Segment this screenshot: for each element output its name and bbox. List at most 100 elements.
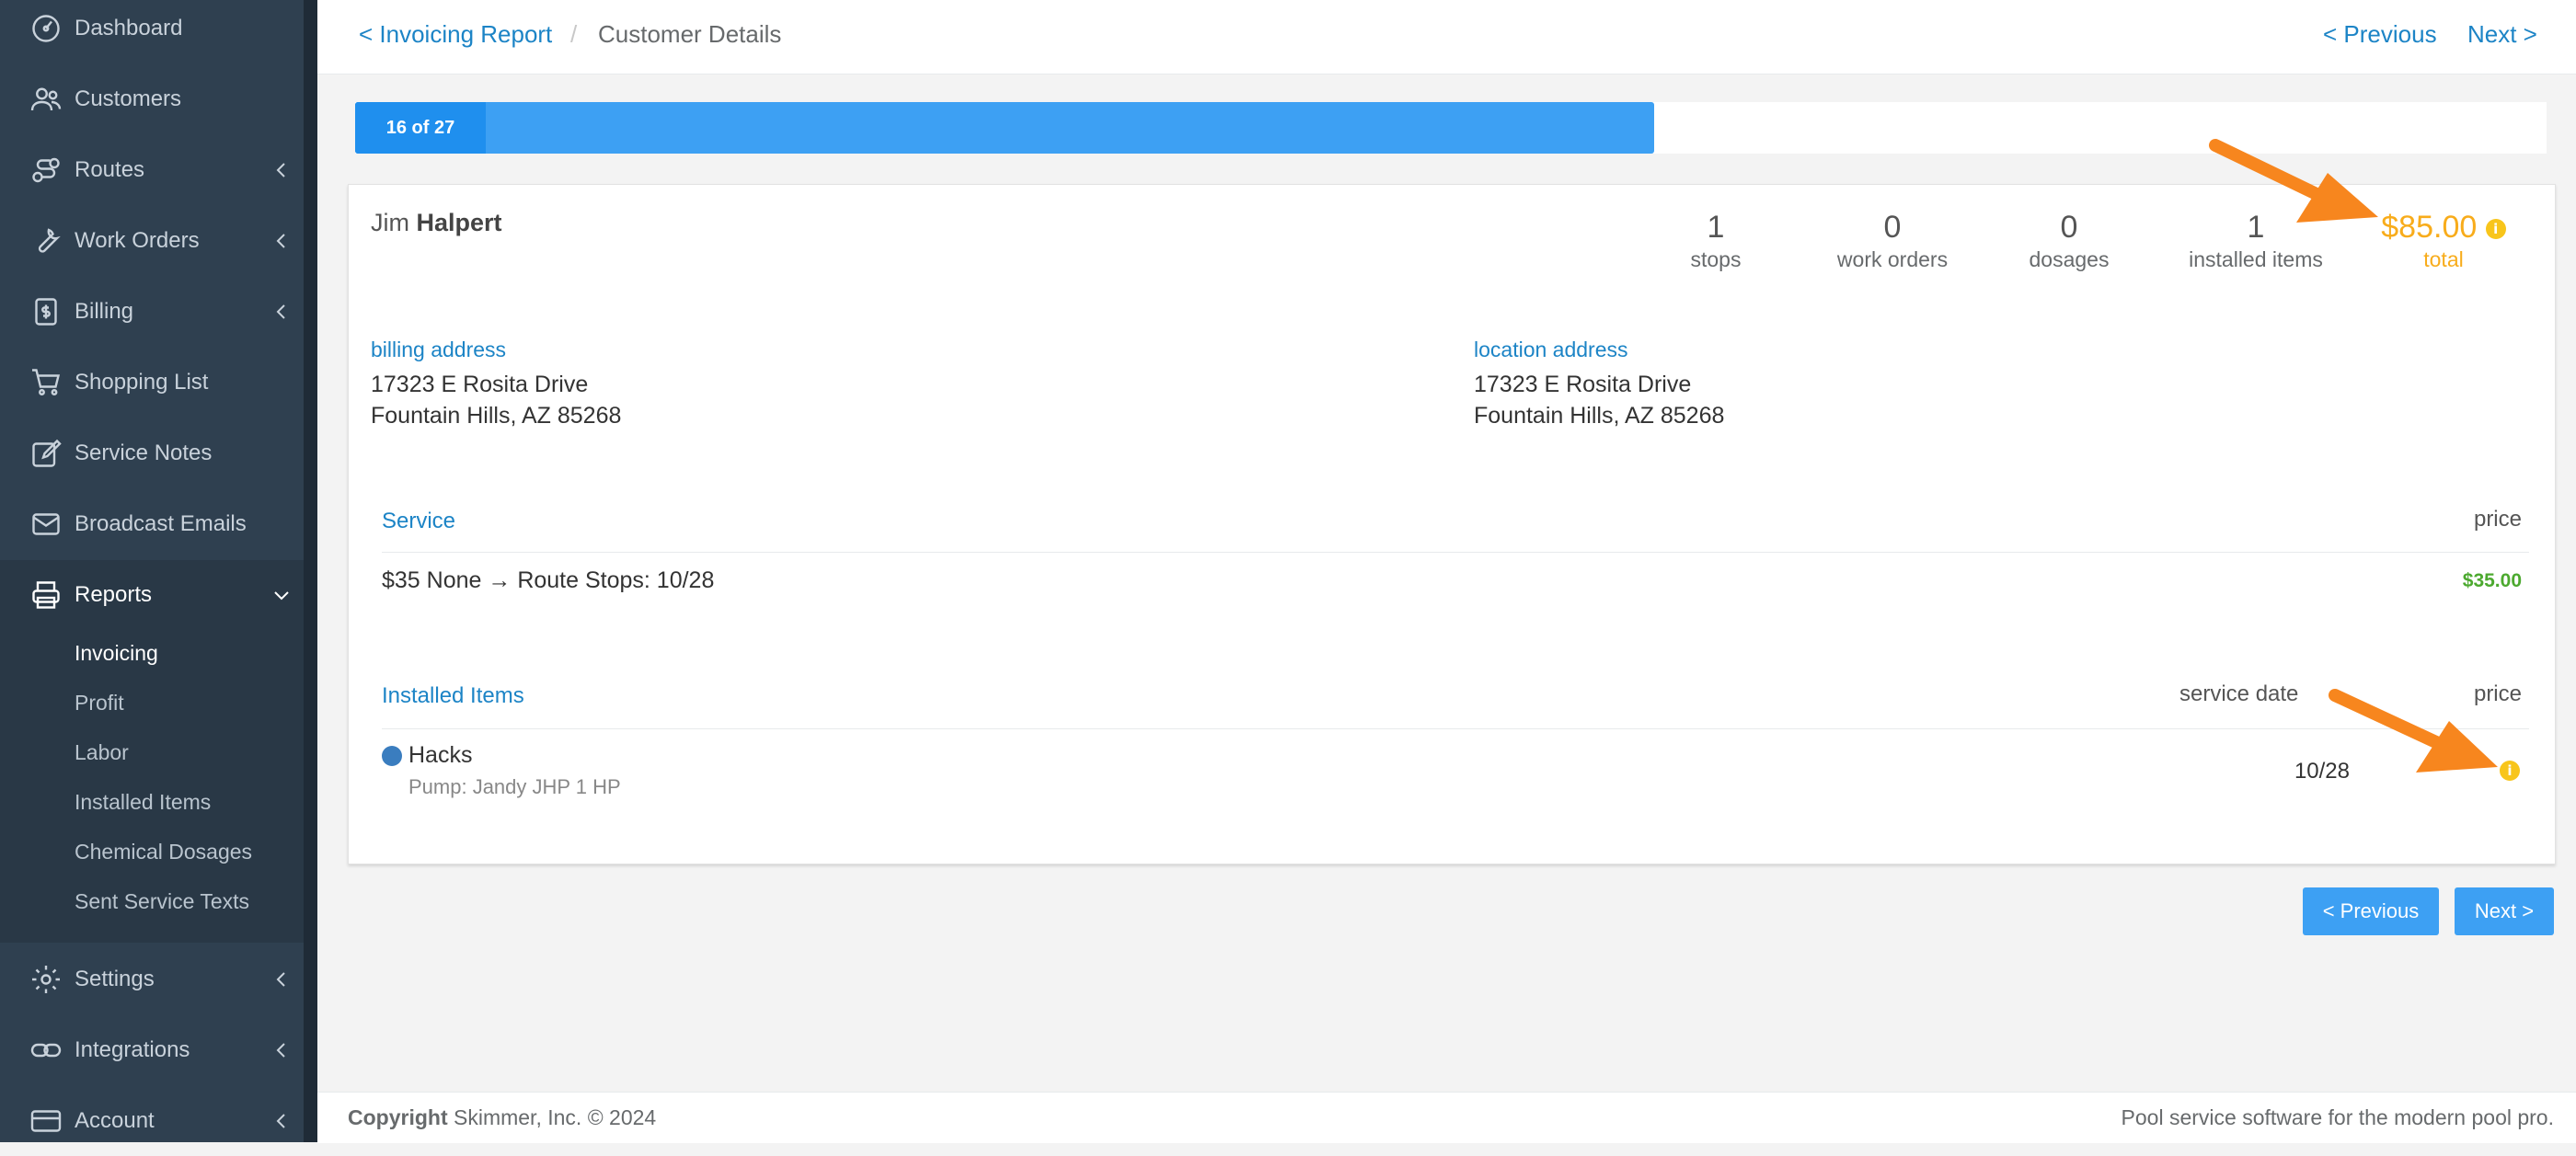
footer: Copyright Skimmer, Inc. © 2024 Pool serv… xyxy=(317,1092,2576,1143)
billing-address-label: billing address xyxy=(371,338,507,361)
sidebar-item-integrations[interactable]: Integrations xyxy=(0,1015,304,1085)
chevron-left-icon xyxy=(270,159,293,181)
breadcrumb-current: Customer Details xyxy=(598,20,782,48)
stat-value: 0 xyxy=(2060,210,2078,245)
sidebar-item-billing[interactable]: Billing xyxy=(0,277,304,347)
sidebar-item-work-orders[interactable]: Work Orders xyxy=(0,206,304,276)
sidebar-item-label: Routes xyxy=(75,157,145,182)
link-icon xyxy=(29,1034,63,1067)
stat-label: work orders xyxy=(1836,247,1949,271)
stat-value: 0 xyxy=(1883,210,1902,245)
stat-label: installed items xyxy=(2189,247,2323,271)
chevron-left-icon xyxy=(270,1110,293,1132)
customer-name: Jim Halpert xyxy=(371,209,502,237)
billing-icon xyxy=(29,295,63,328)
submenu-item-invoicing[interactable]: Invoicing xyxy=(75,641,158,666)
envelope-icon xyxy=(29,508,63,541)
stat-stops: 1 stops xyxy=(1624,207,1808,272)
breadcrumb-separator: / xyxy=(570,20,578,48)
customer-last-name: Halpert xyxy=(416,209,502,236)
routes-icon xyxy=(29,154,63,187)
sidebar-item-broadcast-emails[interactable]: Broadcast Emails xyxy=(0,489,304,559)
stat-label: dosages xyxy=(2029,247,2110,271)
chevron-left-icon xyxy=(270,1039,293,1061)
sidebar-item-label: Service Notes xyxy=(75,441,213,465)
copyright-label: Copyright xyxy=(348,1105,448,1129)
installed-item-description: Pump: Jandy JHP 1 HP xyxy=(408,775,621,798)
footer-copyright: Copyright Skimmer, Inc. © 2024 xyxy=(348,1105,656,1130)
submenu-item-sent-service-texts[interactable]: Sent Service Texts xyxy=(75,889,249,914)
customer-first-name: Jim xyxy=(371,209,409,236)
chevron-left-icon xyxy=(270,230,293,252)
sidebar-scrollbar[interactable] xyxy=(304,0,317,1142)
stat-work-orders: 0 work orders xyxy=(1800,207,1984,272)
sidebar-item-label: Dashboard xyxy=(75,16,183,40)
customer-card: Jim Halpert 1 stops 0 work orders 0 dosa… xyxy=(348,184,2556,864)
gear-icon xyxy=(29,963,63,996)
reports-submenu: Invoicing Profit Labor Installed Items C… xyxy=(0,623,304,943)
submenu-item-profit[interactable]: Profit xyxy=(75,691,124,715)
sidebar-item-label: Account xyxy=(75,1108,155,1133)
chevron-down-icon xyxy=(270,584,293,606)
chevron-left-icon xyxy=(270,968,293,990)
total-label: total xyxy=(2423,247,2464,271)
sidebar-item-reports[interactable]: Reports xyxy=(0,560,304,630)
sidebar-item-customers[interactable]: Customers xyxy=(0,64,304,134)
dashboard-icon xyxy=(29,12,63,45)
footer-tagline: Pool service software for the modern poo… xyxy=(2121,1105,2554,1129)
location-address-line1: 17323 E Rosita Drive xyxy=(1474,372,1692,397)
next-button[interactable]: Next > xyxy=(2455,887,2554,935)
copyright-text: Skimmer, Inc. © 2024 xyxy=(454,1105,657,1129)
annotation-arrow-item-price xyxy=(2329,689,2498,773)
submenu-item-chemical-dosages[interactable]: Chemical Dosages xyxy=(75,840,252,864)
sidebar-item-label: Work Orders xyxy=(75,228,200,253)
total-info-icon[interactable]: i xyxy=(2485,219,2506,240)
location-address-label: location address xyxy=(1474,338,1628,361)
top-bar: < Invoicing Report / Customer Details < … xyxy=(317,0,2576,74)
header-previous-link[interactable]: < Previous xyxy=(2323,20,2437,49)
annotation-arrow-total xyxy=(2209,139,2378,223)
sidebar-item-label: Reports xyxy=(75,582,153,607)
progress-label: 16 of 27 xyxy=(355,102,486,154)
progress-fill xyxy=(355,102,1654,154)
total-value: $85.00 xyxy=(2381,210,2478,245)
edit-icon xyxy=(29,437,63,470)
sidebar-item-service-notes[interactable]: Service Notes xyxy=(0,418,304,488)
service-divider xyxy=(382,552,2529,553)
service-header: Service xyxy=(382,509,456,533)
sidebar-item-label: Broadcast Emails xyxy=(75,511,247,536)
sidebar-item-label: Customers xyxy=(75,86,182,111)
installed-item-name[interactable]: Hacks xyxy=(408,742,472,769)
stat-dosages: 0 dosages xyxy=(1977,207,2161,272)
service-row-description: $35 None → Route Stops: 10/28 xyxy=(382,567,715,593)
installed-divider xyxy=(382,728,2529,729)
stat-value: 1 xyxy=(1707,210,1725,245)
sidebar-item-account[interactable]: Account xyxy=(0,1086,304,1156)
installed-items-header: Installed Items xyxy=(382,683,524,708)
sidebar-item-label: Integrations xyxy=(75,1037,190,1062)
sidebar-item-dashboard[interactable]: Dashboard xyxy=(0,0,304,63)
wrench-icon xyxy=(29,224,63,258)
sidebar-item-shopping-list[interactable]: Shopping List xyxy=(0,348,304,418)
header-next-link[interactable]: Next > xyxy=(2467,20,2537,49)
service-date-header: service date xyxy=(2179,681,2299,706)
item-status-dot xyxy=(382,746,402,766)
breadcrumb-back-link[interactable]: < Invoicing Report xyxy=(359,20,552,49)
sidebar-item-label: Settings xyxy=(75,967,155,991)
billing-address-line2: Fountain Hills, AZ 85268 xyxy=(371,403,622,429)
sidebar: Dashboard Customers Routes Work Orders B… xyxy=(0,0,317,1142)
item-price-info-icon[interactable]: i xyxy=(2500,761,2520,781)
printer-icon xyxy=(29,578,63,612)
previous-button[interactable]: < Previous xyxy=(2303,887,2439,935)
sidebar-item-routes[interactable]: Routes xyxy=(0,135,304,205)
submenu-item-labor[interactable]: Labor xyxy=(75,740,129,765)
sidebar-item-label: Shopping List xyxy=(75,370,209,395)
card-icon xyxy=(29,1104,63,1138)
cart-icon xyxy=(29,366,63,399)
sidebar-item-label: Billing xyxy=(75,299,134,324)
billing-address-line1: 17323 E Rosita Drive xyxy=(371,372,589,397)
submenu-item-installed-items[interactable]: Installed Items xyxy=(75,790,211,815)
service-price-header: price xyxy=(2473,507,2522,532)
location-address-line2: Fountain Hills, AZ 85268 xyxy=(1474,403,1725,429)
sidebar-item-settings[interactable]: Settings xyxy=(0,944,304,1014)
